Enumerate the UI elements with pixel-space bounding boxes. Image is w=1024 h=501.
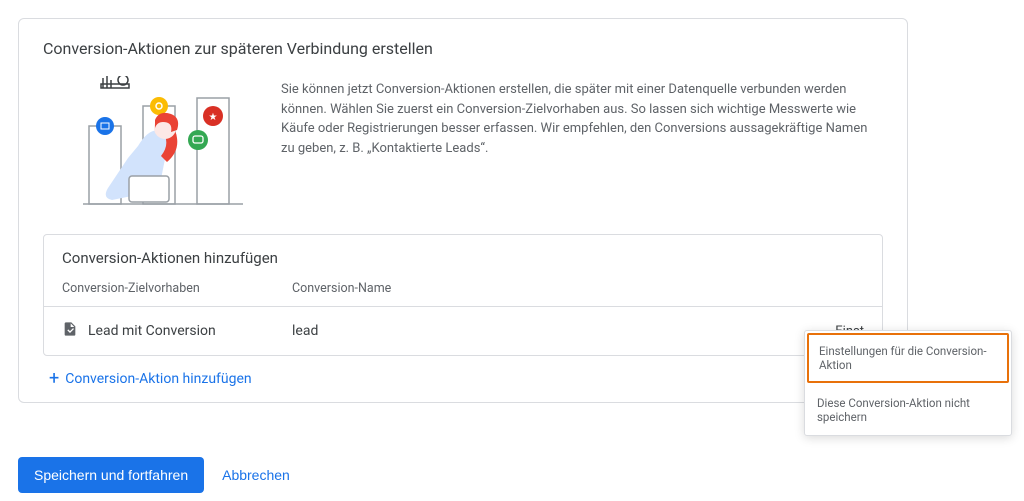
goal-label: Lead mit Conversion	[88, 323, 216, 339]
table-row: Lead mit Conversion lead Einst	[44, 307, 882, 355]
main-card: Conversion-Aktionen zur späteren Verbind…	[18, 18, 908, 403]
goal-cell: Lead mit Conversion	[62, 321, 292, 341]
save-and-continue-button[interactable]: Speichern und fortfahren	[18, 457, 204, 493]
name-cell: lead	[292, 323, 835, 339]
table-header-row: Conversion-Zielvorhaben Conversion-Name	[44, 275, 882, 307]
add-link-label: Conversion-Aktion hinzufügen	[65, 371, 251, 387]
footer-actions: Speichern und fortfahren Abbrechen	[18, 457, 290, 493]
table-title: Conversion-Aktionen hinzufügen	[44, 235, 882, 275]
menu-item-conversion-settings[interactable]: Einstellungen für die Conversion-Aktion	[807, 333, 1009, 383]
card-title: Conversion-Aktionen zur späteren Verbind…	[43, 39, 883, 58]
card-description: Sie können jetzt Conversion-Aktionen ers…	[281, 76, 883, 216]
menu-item-do-not-save[interactable]: Diese Conversion-Aktion nicht speichern	[805, 385, 1011, 435]
row-context-menu: Einstellungen für die Conversion-Aktion …	[804, 330, 1012, 436]
hero-row: ★ Sie können jetzt Conversion-Aktionen e…	[43, 76, 883, 216]
hero-illustration: ★	[43, 76, 253, 216]
add-conversion-action-link[interactable]: + Conversion-Aktion hinzufügen	[43, 366, 252, 388]
header-name: Conversion-Name	[292, 281, 864, 296]
header-goal: Conversion-Zielvorhaben	[62, 281, 292, 296]
cancel-button[interactable]: Abbrechen	[222, 467, 290, 483]
conversion-table-card: Conversion-Aktionen hinzufügen Conversio…	[43, 234, 883, 356]
plus-icon: +	[49, 370, 59, 388]
lead-icon	[62, 321, 78, 341]
svg-text:★: ★	[209, 112, 218, 123]
